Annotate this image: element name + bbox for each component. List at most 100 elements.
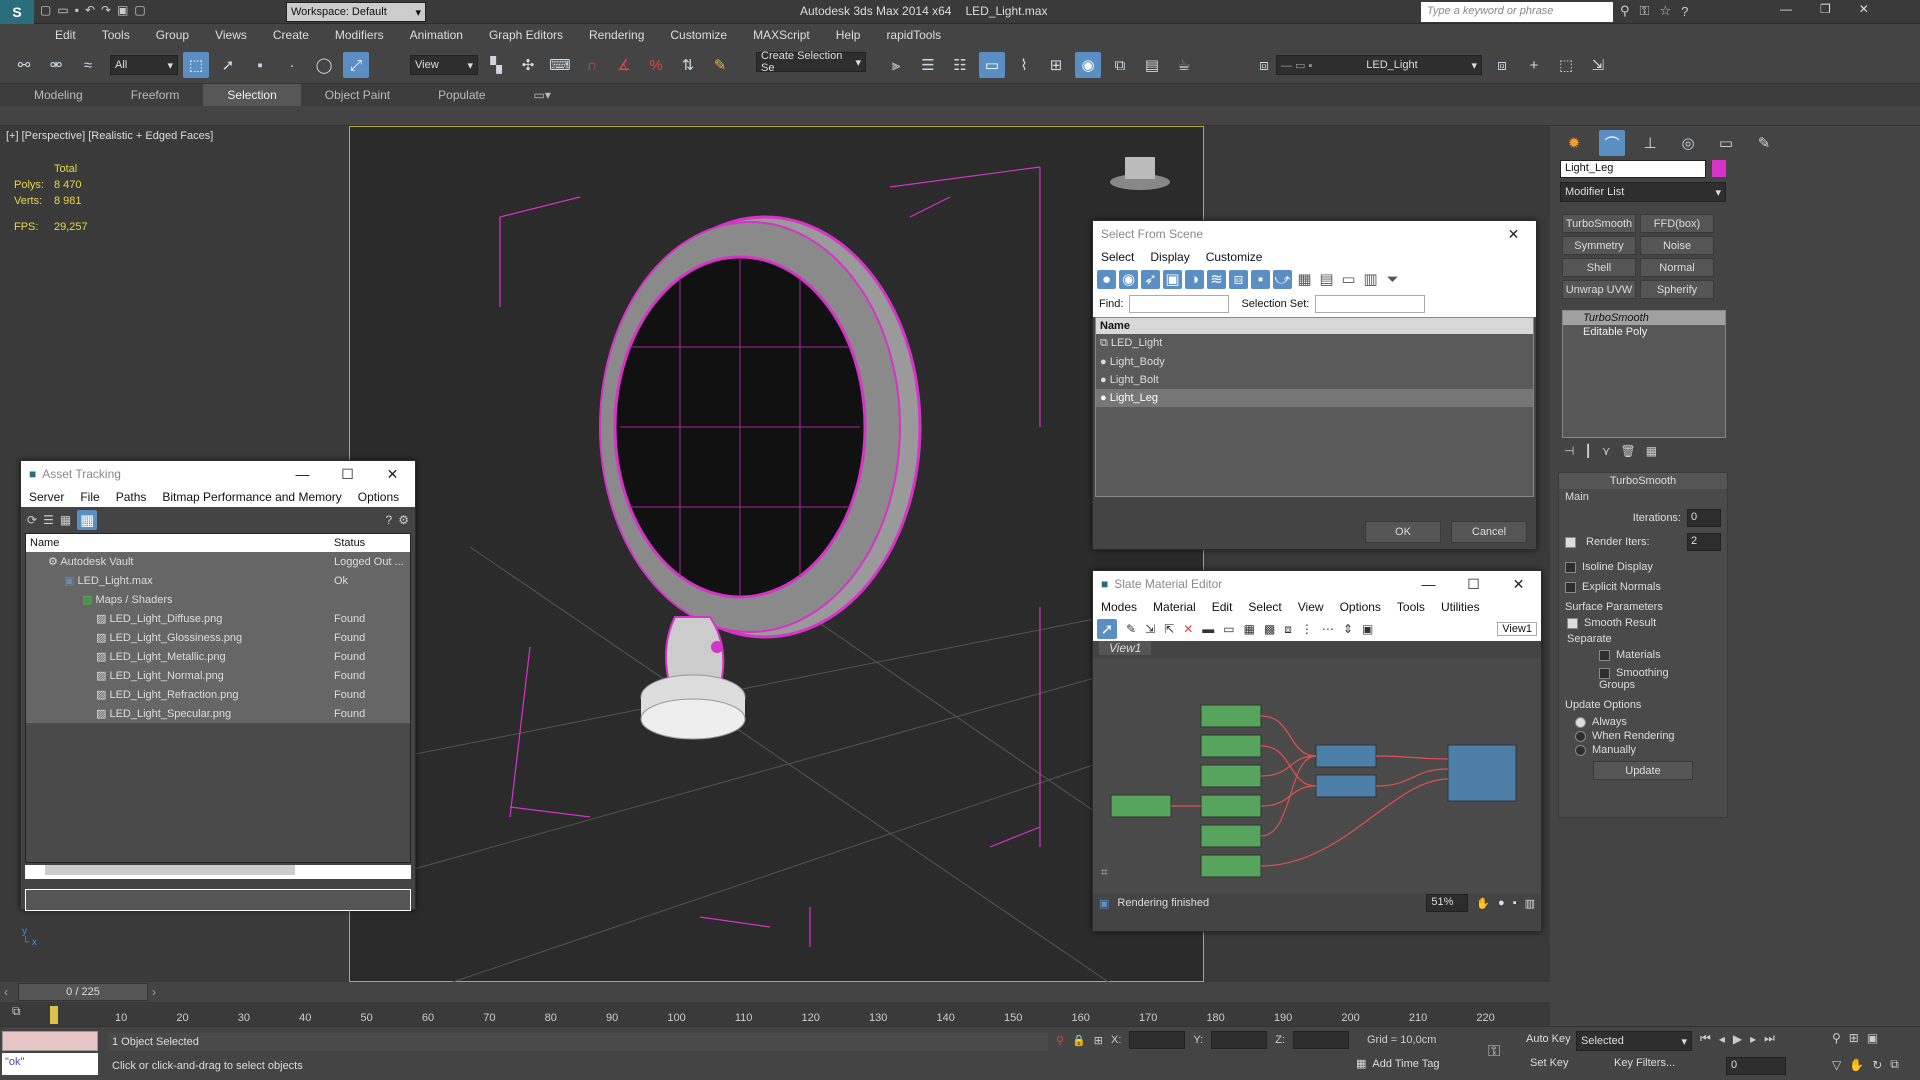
table-row[interactable]: ▨ LED_Light_Diffuse.png Found: [26, 609, 410, 628]
curve-editor-icon[interactable]: ⌇: [1011, 52, 1037, 78]
set-key-button[interactable]: Set Key: [1530, 1057, 1569, 1069]
spherify-button[interactable]: Spherify: [1640, 280, 1714, 299]
turbosmooth-button[interactable]: TurboSmooth: [1562, 214, 1636, 233]
find-input[interactable]: [1129, 295, 1230, 313]
view-dropdown[interactable]: View1: [1497, 622, 1537, 636]
angle-snap-icon[interactable]: ∡: [611, 52, 637, 78]
filter-funnel-icon[interactable]: ⏷: [1383, 270, 1402, 289]
materials-checkbox[interactable]: [1599, 649, 1610, 661]
maximize-viewport-icon[interactable]: ⧉: [1890, 1057, 1899, 1072]
menu-create[interactable]: Create: [273, 28, 309, 42]
app-logo-icon[interactable]: S: [0, 0, 34, 24]
selection-set-dropdown[interactable]: [1315, 295, 1426, 313]
x-coordinate-field[interactable]: [1129, 1031, 1186, 1049]
menu-views[interactable]: Views: [215, 28, 247, 42]
table-row[interactable]: ▨ LED_Light_Normal.png Found: [26, 666, 410, 685]
table-row[interactable]: ▨ LED_Light_Metallic.png Found: [26, 647, 410, 666]
maximize-icon[interactable]: ☐: [1451, 576, 1496, 593]
menu-select[interactable]: Select: [1248, 600, 1281, 614]
show-end-result-icon[interactable]: ┃: [1584, 444, 1591, 458]
list-item[interactable]: ⧉ LED_Light: [1096, 334, 1533, 353]
add-to-layer-icon[interactable]: ⧈: [1489, 52, 1515, 78]
minimize-icon[interactable]: —: [280, 466, 325, 483]
maximize-icon[interactable]: ☐: [325, 466, 370, 483]
minimize-icon[interactable]: —: [1406, 576, 1451, 593]
close-icon[interactable]: ✕: [1496, 576, 1541, 593]
smoothing-groups-checkbox[interactable]: [1599, 667, 1610, 679]
align-icon[interactable]: ☰: [915, 52, 941, 78]
ffd-box-button[interactable]: FFD(box): [1640, 214, 1714, 233]
menu-graph-editors[interactable]: Graph Editors: [489, 28, 563, 42]
stack-item-turbosmooth[interactable]: TurboSmooth: [1563, 311, 1725, 325]
z-coordinate-field[interactable]: [1292, 1031, 1349, 1049]
auto-key-button[interactable]: Auto Key: [1526, 1033, 1571, 1045]
workspace-dropdown[interactable]: Workspace: Default ▾: [286, 2, 426, 22]
node-view[interactable]: ⌗: [1093, 659, 1541, 893]
rect-region-icon[interactable]: ▪: [247, 52, 273, 78]
filter-cameras-icon[interactable]: ▣: [1163, 269, 1182, 289]
save-icon[interactable]: ▪: [75, 3, 79, 17]
play-icon[interactable]: ▶: [1733, 1032, 1742, 1046]
list-view-icon[interactable]: ☰: [43, 513, 54, 527]
modify-tab-icon[interactable]: ⌒: [1599, 130, 1625, 156]
table-row[interactable]: ▨ LED_Light_Specular.png Found: [26, 704, 410, 723]
hide-unused-icon[interactable]: ▭: [1223, 622, 1234, 636]
name-column-header[interactable]: Name: [26, 537, 330, 549]
rollout-title[interactable]: TurboSmooth: [1559, 473, 1727, 489]
new-file-icon[interactable]: ▢: [40, 3, 51, 17]
name-column-header[interactable]: Name: [1096, 318, 1533, 334]
menu-view[interactable]: View: [1298, 600, 1324, 614]
viewcube-icon[interactable]: [1110, 157, 1170, 190]
menu-utilities[interactable]: Utilities: [1441, 600, 1480, 614]
go-to-start-icon[interactable]: ⏮: [1700, 1031, 1711, 1046]
next-frame-icon[interactable]: ›: [152, 985, 156, 999]
utilities-tab-icon[interactable]: ✎: [1751, 130, 1777, 156]
link-icon[interactable]: ⚯: [11, 52, 37, 78]
track-bar[interactable]: ⧉ 10 20 30 40 50 60 70 80 90 100 110 120 130 140 150 16…: [0, 1002, 1550, 1026]
render-iters-spinner[interactable]: 2: [1687, 533, 1721, 551]
prev-frame-icon[interactable]: ‹: [4, 985, 8, 999]
menu-help[interactable]: Help: [836, 28, 861, 42]
layer-dropdown[interactable]: — ▭ ▪ LED_Light ▾: [1276, 55, 1482, 75]
add-time-tag[interactable]: Add Time Tag: [1372, 1058, 1439, 1070]
tab-object-paint[interactable]: Object Paint: [301, 84, 414, 106]
table-row[interactable]: ⚙ Autodesk Vault Logged Out ...: [26, 552, 410, 571]
binoculars-icon[interactable]: ⚲: [1620, 3, 1630, 19]
configure-sets-icon[interactable]: ▦: [1646, 444, 1657, 458]
menu-modes[interactable]: Modes: [1101, 600, 1137, 614]
select-by-name-icon[interactable]: ➚: [215, 52, 241, 78]
layer-manager-icon[interactable]: ☷: [947, 52, 973, 78]
maxscript-mini-listener[interactable]: "ok": [2, 1053, 98, 1075]
menu-bitmap-performance[interactable]: Bitmap Performance and Memory: [162, 490, 341, 504]
filter-geometry-icon[interactable]: ●: [1097, 269, 1116, 289]
zoom-extents-icon[interactable]: ▥: [1525, 897, 1535, 910]
update-button[interactable]: Update: [1593, 761, 1693, 780]
ribbon-toggle-icon[interactable]: ▭: [979, 52, 1005, 78]
filter-spacewarps-icon[interactable]: ≋: [1207, 269, 1226, 289]
select-in-layer-icon[interactable]: ⬚: [1553, 52, 1579, 78]
keyboard-shortcut-icon[interactable]: ⌨: [547, 52, 573, 78]
key-filters-button[interactable]: Key Filters...: [1614, 1057, 1675, 1069]
table-row[interactable]: ▨ LED_Light_Refraction.png Found: [26, 685, 410, 704]
pivot-icon[interactable]: ▚: [483, 52, 509, 78]
zoom-icon[interactable]: ⚲: [1832, 1031, 1841, 1045]
asset-path-field[interactable]: [25, 889, 411, 911]
isolate-icon[interactable]: ⚲: [1056, 1034, 1064, 1047]
object-color-swatch[interactable]: [1712, 160, 1726, 177]
status-column-header[interactable]: Status: [330, 537, 365, 549]
edit-named-sets-icon[interactable]: ✎: [707, 52, 733, 78]
layers-icon[interactable]: ⧈: [1251, 52, 1277, 78]
minimize-icon[interactable]: —: [1780, 2, 1792, 16]
display-all-icon[interactable]: ▤: [1317, 270, 1336, 289]
iterations-spinner[interactable]: 0: [1687, 509, 1721, 527]
undo-icon[interactable]: ↶: [85, 3, 95, 17]
filter-helpers-icon[interactable]: ◑: [1185, 269, 1204, 289]
rendered-frame-icon[interactable]: ▤: [1139, 52, 1165, 78]
viewport-label[interactable]: [+] [Perspective] [Realistic + Edged Fac…: [6, 130, 213, 142]
display-tab-icon[interactable]: ▭: [1713, 130, 1739, 156]
tab-freeform[interactable]: Freeform: [107, 84, 204, 106]
menu-options[interactable]: Options: [1340, 600, 1381, 614]
y-coordinate-field[interactable]: [1211, 1031, 1268, 1049]
parameter-editor-icon[interactable]: ⇕: [1343, 622, 1353, 636]
menu-display[interactable]: Display: [1150, 250, 1189, 264]
